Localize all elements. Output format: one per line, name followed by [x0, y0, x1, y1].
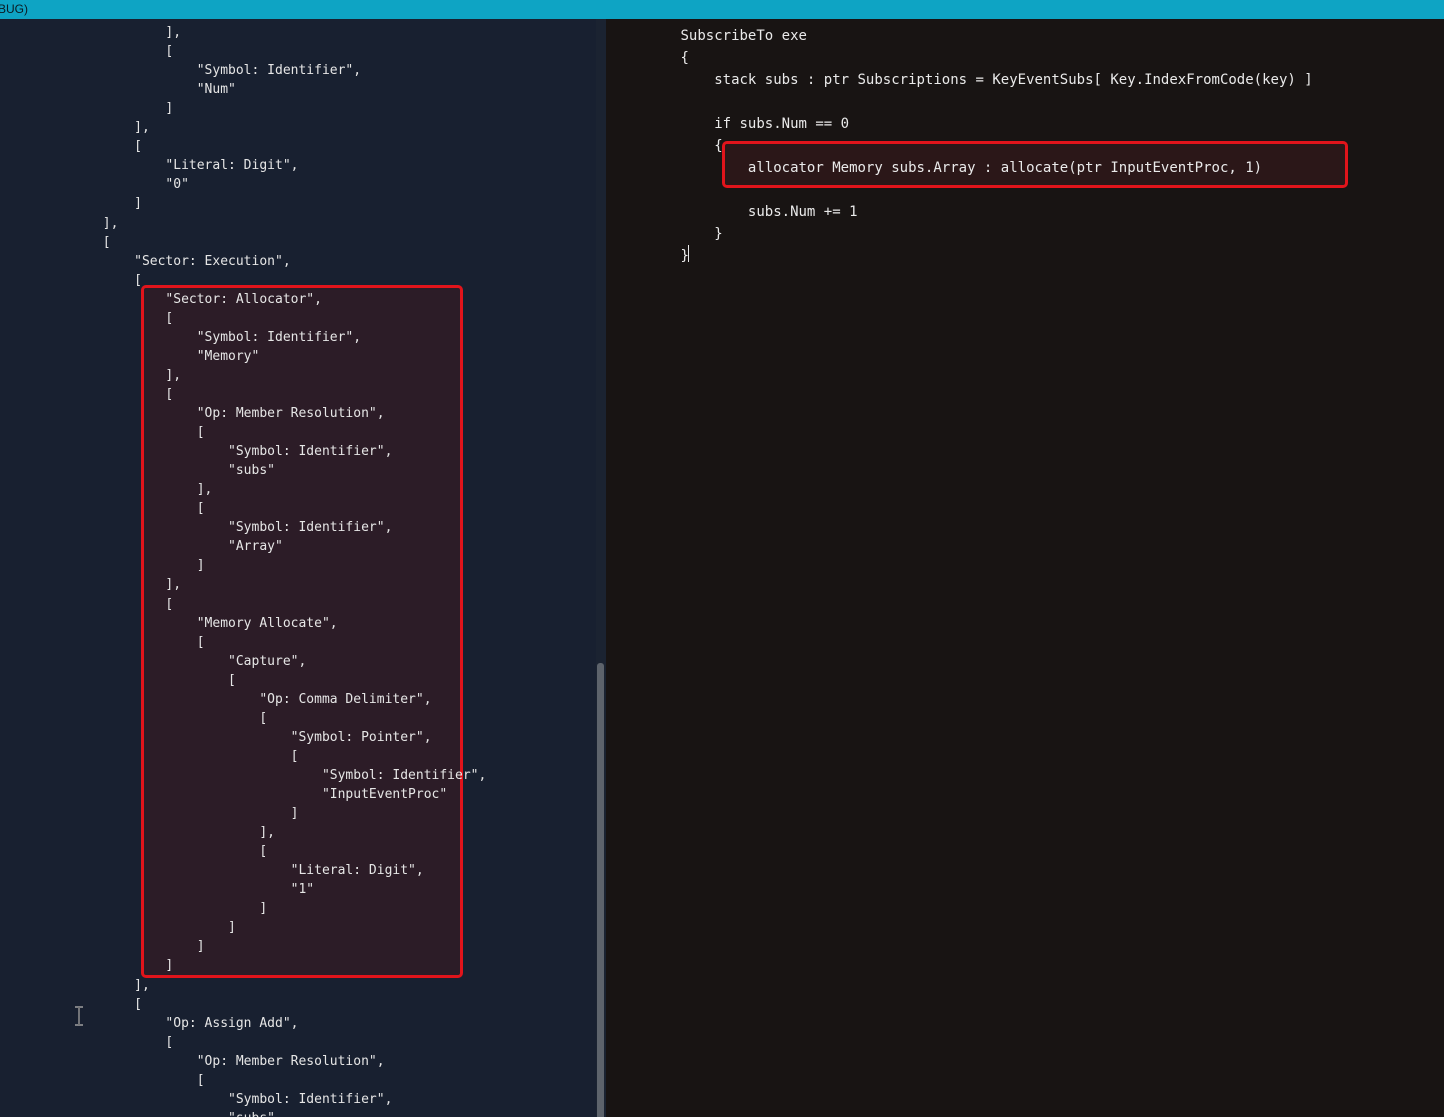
ast-line: [ [71, 710, 268, 726]
ast-line: [ [71, 272, 142, 288]
ast-line: [ [71, 1034, 174, 1050]
ast-line: "Symbol: Pointer", [71, 729, 432, 745]
ast-line: ], [71, 825, 275, 841]
ast-line: [ [71, 501, 205, 517]
ast-line: ] [71, 806, 299, 822]
source-line: SubscribeTo exe [680, 28, 807, 44]
ast-line: [ [71, 748, 299, 764]
ast-line: ] [71, 196, 142, 212]
text-caret [688, 245, 689, 262]
ast-line: ], [71, 977, 150, 993]
ast-line: "Symbol: Identifier", [71, 329, 362, 345]
ast-line: "Symbol: Identifier", [71, 63, 362, 79]
ast-line: "subs" [71, 463, 275, 479]
ast-line: ], [71, 577, 182, 593]
ast-line: ] [71, 939, 205, 955]
ast-line: "Capture", [71, 653, 307, 669]
ast-line: "Symbol: Identifier", [71, 444, 393, 460]
ast-line: "Array" [71, 539, 283, 555]
ast-line: ], [71, 482, 213, 498]
ast-line: "0" [71, 177, 189, 193]
source-line: stack subs : ptr Subscriptions = KeyEven… [680, 72, 1313, 88]
ast-line: ], [71, 120, 150, 136]
ast-line: "Memory Allocate", [71, 615, 338, 631]
ast-line: "Sector: Execution", [71, 253, 291, 269]
ast-line: "Literal: Digit", [71, 863, 424, 879]
ast-line: "Op: Member Resolution", [71, 406, 385, 421]
ast-line: ] [71, 920, 236, 936]
title-bar: BUG) [0, 0, 1444, 19]
ast-line: ] [71, 101, 174, 117]
ast-line: "InputEventProc" [71, 787, 448, 802]
source-line: subs.Num += 1 [680, 204, 858, 220]
ast-line: ] [71, 901, 268, 917]
ast-line: "1" [71, 882, 315, 898]
ast-line: [ [71, 844, 268, 860]
ast-line: "Op: Assign Add", [71, 1015, 299, 1031]
ast-line: [ [71, 386, 174, 402]
ast-line: "Sector: Allocator", [71, 291, 322, 307]
ast-line: "Num" [71, 82, 236, 98]
ast-line: "Symbol: Identifier", [71, 520, 393, 536]
ast-line: [ [71, 1072, 205, 1088]
ast-line: [ [71, 234, 111, 250]
ast-line: [ [71, 425, 205, 441]
ast-line: ] [71, 958, 174, 974]
source-editor-panel[interactable]: SubscribeTo exe { stack subs : ptr Subscr… [606, 19, 1444, 1117]
ast-line: [ [71, 634, 205, 650]
source-line: allocator Memory subs.Array : allocate(p… [680, 160, 1263, 176]
ast-line: ] [71, 558, 205, 574]
ast-line: [ [71, 310, 174, 326]
ast-line: "subs" [72, 1110, 275, 1117]
ast-line: [ [71, 139, 142, 155]
ast-line: "Literal: Digit", [71, 158, 299, 174]
ast-line: [ [71, 672, 236, 688]
text-cursor-ibeam-icon [75, 1006, 83, 1026]
ast-panel-scrollbar[interactable] [597, 663, 604, 1117]
ast-line: "Memory" [71, 348, 260, 364]
ast-line: "Op: Member Resolution", [71, 1053, 385, 1069]
ast-line: ], [71, 215, 119, 231]
ast-line: ], [71, 367, 182, 383]
ast-output-panel[interactable]: ], [ "Symbol: Identifier", "Num" ] ], [ … [0, 19, 596, 1117]
ast-line: "Op: Comma Delimiter", [71, 691, 432, 707]
ast-line: [ [71, 44, 174, 60]
ast-line: [ [71, 596, 174, 612]
ast-line: "Symbol: Identifier", [71, 767, 487, 783]
source-line: } [680, 226, 723, 242]
window-title: BUG) [0, 2, 28, 16]
source-line: { [680, 50, 689, 66]
ast-line: "Symbol: Identifier", [71, 1091, 393, 1107]
source-line: if subs.Num == 0 [680, 116, 850, 132]
ast-line: ], [71, 25, 182, 40]
source-line: { [680, 138, 723, 154]
